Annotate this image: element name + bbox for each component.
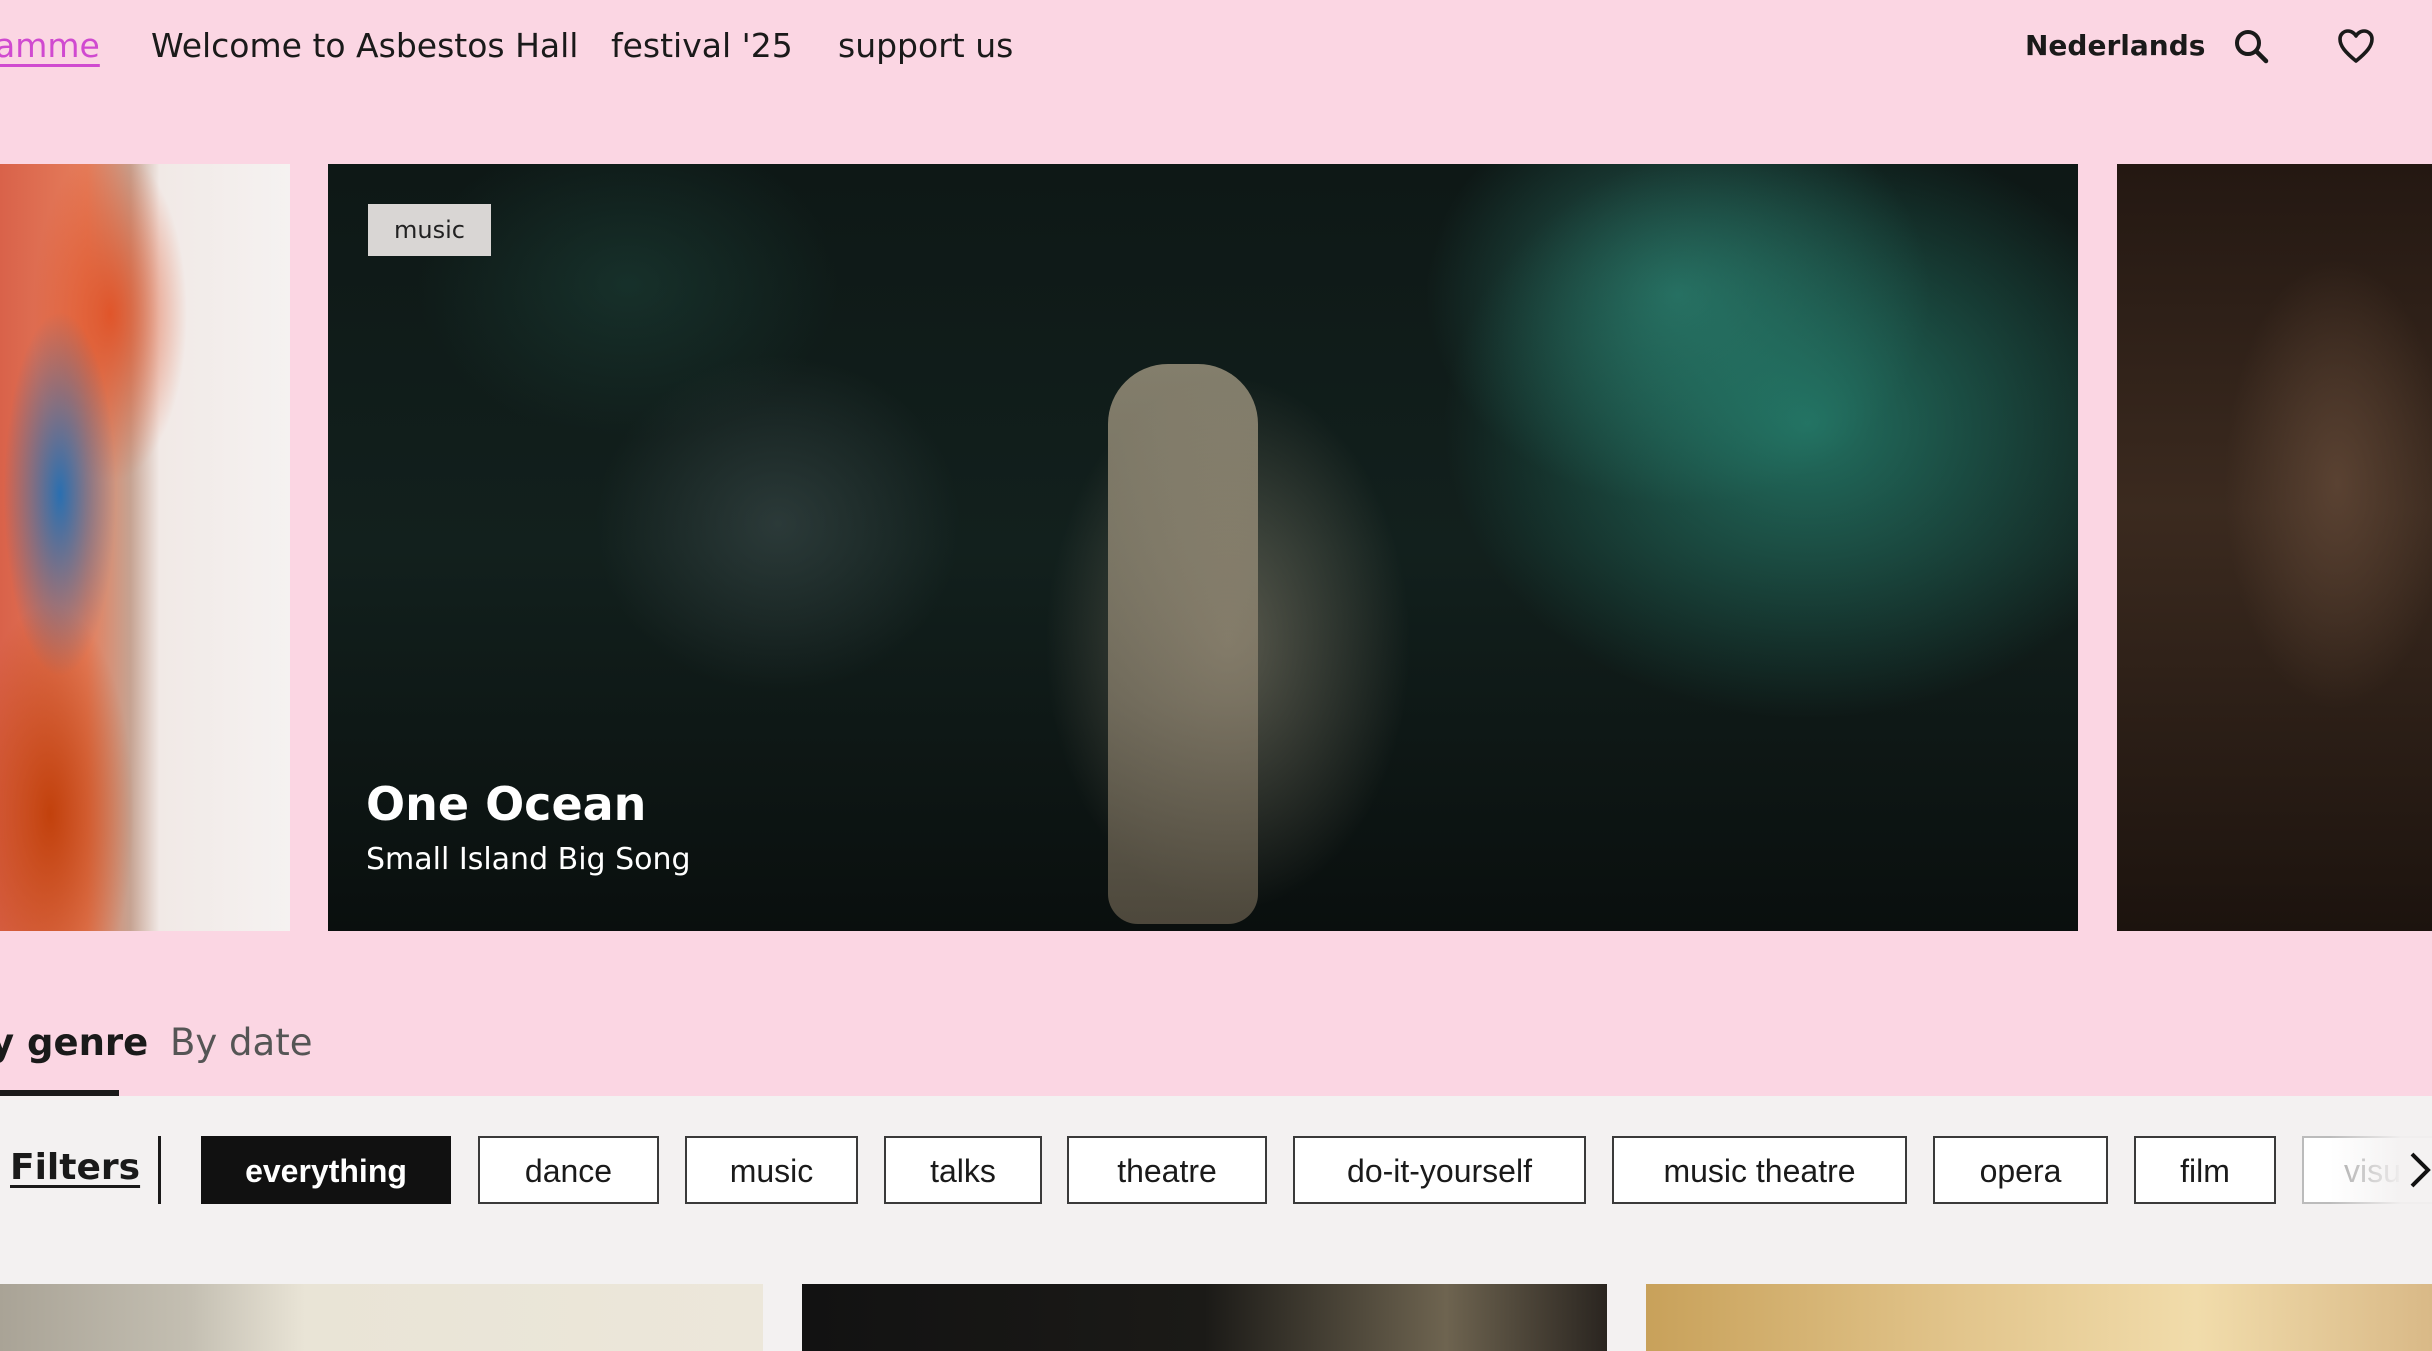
carousel-slide-previous[interactable] [0, 164, 290, 931]
filter-chip-film[interactable]: film [2134, 1136, 2276, 1204]
filter-chip-music[interactable]: music [685, 1136, 858, 1204]
program-card[interactable] [1646, 1284, 2432, 1351]
language-switch[interactable]: Nederlands [2025, 24, 2205, 68]
slide-subtitle: Small Island Big Song [366, 842, 691, 877]
search-icon[interactable] [2229, 24, 2273, 68]
heart-icon[interactable] [2334, 24, 2378, 68]
filter-chip-dance[interactable]: dance [478, 1136, 659, 1204]
nav-link-support[interactable]: support us [838, 22, 1013, 70]
tab-by-date[interactable]: By date [170, 1015, 312, 1071]
carousel-slide-current[interactable]: music One Ocean Small Island Big Song [328, 164, 2078, 931]
nav-link-welcome[interactable]: Welcome to Asbestos Hall [151, 22, 578, 70]
slide-title: One Ocean [366, 777, 647, 831]
filter-chip-do-it-yourself[interactable]: do-it-yourself [1293, 1136, 1586, 1204]
program-card[interactable] [802, 1284, 1607, 1351]
filter-chip-everything[interactable]: everything [201, 1136, 451, 1204]
filter-chip-theatre[interactable]: theatre [1067, 1136, 1267, 1204]
filter-chip-opera[interactable]: opera [1933, 1136, 2108, 1204]
filter-chip-talks[interactable]: talks [884, 1136, 1042, 1204]
filters-toggle[interactable]: Filters [10, 1142, 140, 1194]
filter-chip-music-theatre[interactable]: music theatre [1612, 1136, 1907, 1204]
slide-image [1108, 364, 1258, 924]
top-nav: amme Welcome to Asbestos Hall festival '… [0, 0, 2432, 95]
nav-link-programme[interactable]: amme [0, 22, 100, 70]
program-card[interactable] [0, 1284, 763, 1351]
tab-by-genre-prefix: y [0, 1021, 15, 1064]
tab-by-genre-label: genre [27, 1021, 149, 1064]
carousel-slide-next[interactable] [2117, 164, 2432, 931]
genre-tag: music [368, 204, 491, 256]
tab-by-genre[interactable]: y genre [0, 1015, 148, 1071]
nav-link-festival[interactable]: festival '25 [611, 22, 793, 70]
chevron-right-icon[interactable] [2408, 1148, 2432, 1192]
filters-divider [158, 1136, 161, 1204]
